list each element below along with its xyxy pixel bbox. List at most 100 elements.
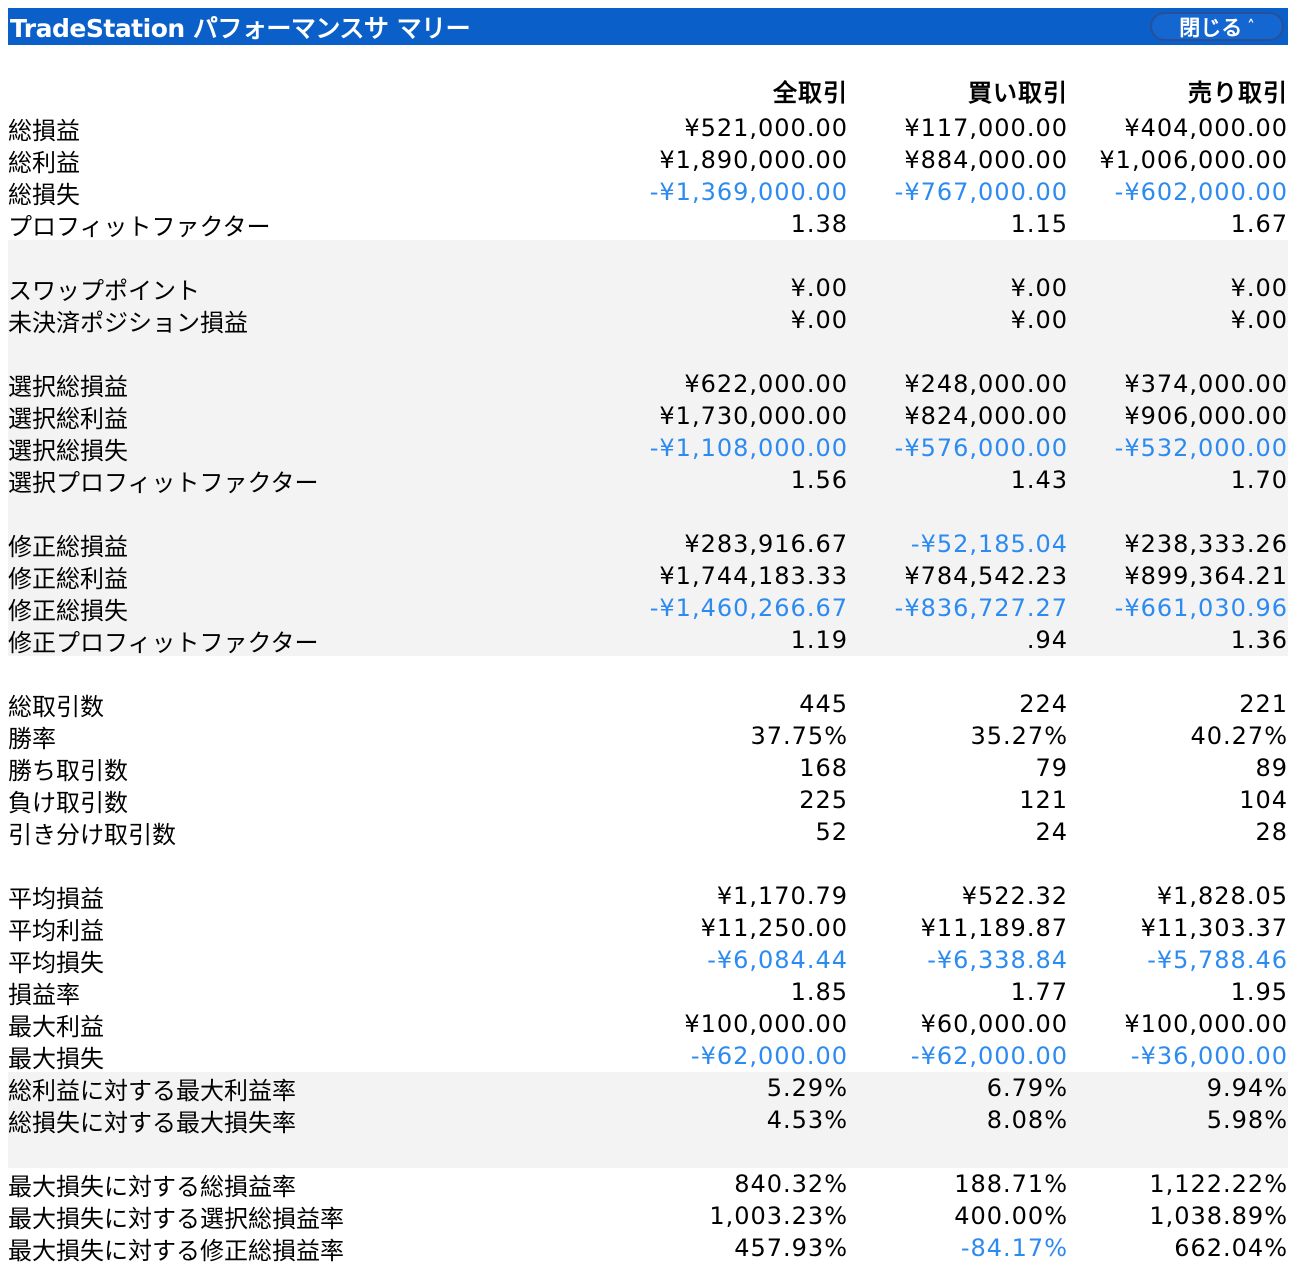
value-all: ¥1,890,000.00 [659, 146, 848, 174]
row-label: 未決済ポジション損益 [8, 308, 248, 337]
table-row: スワップポイント ¥.00 ¥.00 ¥.00 [8, 272, 1288, 305]
value-short: 9.94% [1206, 1074, 1288, 1102]
value-all: ¥11,250.00 [700, 914, 848, 942]
value-long: 224 [1019, 690, 1068, 718]
value-short: 89 [1255, 754, 1288, 782]
close-button[interactable]: 閉じる ˄ [1150, 12, 1284, 41]
value-short: -¥36,000.00 [1130, 1042, 1288, 1070]
value-short: ¥11,303.37 [1140, 914, 1288, 942]
column-header-long: 買い取引 [968, 79, 1068, 107]
table-row: 未決済ポジション損益 ¥.00 ¥.00 ¥.00 [8, 304, 1288, 337]
value-all: ¥1,744,183.33 [659, 562, 848, 590]
table-row: 総損失 -¥1,369,000.00 -¥767,000.00 -¥602,000.0… [8, 176, 1288, 209]
title-bar: TradeStation パフォーマンスサ マリー 閉じる ˄ [8, 8, 1288, 45]
table-row: 総損失に対する最大損失率 4.53% 8.08% 5.98% [8, 1104, 1288, 1137]
value-all: 1.85 [790, 978, 848, 1006]
value-short: 104 [1239, 786, 1288, 814]
row-label: 最大損失 [8, 1044, 104, 1073]
row-label: スワップポイント [8, 276, 200, 305]
table-row: 最大損失に対する選択総損益率 1,003.23% 400.00% 1,038.89% [8, 1200, 1288, 1233]
table-row: 総利益に対する最大利益率 5.29% 6.79% 9.94% [8, 1072, 1288, 1105]
value-short: 1.70 [1230, 466, 1288, 494]
table-row: 損益率 1.85 1.77 1.95 [8, 976, 1288, 1009]
table-row: 最大利益 ¥100,000.00 ¥60,000.00 ¥100,000.00 [8, 1008, 1288, 1041]
value-long: 400.00% [954, 1202, 1068, 1230]
table-row: 選択プロフィットファクター 1.56 1.43 1.70 [8, 464, 1288, 497]
value-long: -¥767,000.00 [894, 178, 1068, 206]
table-row: 総取引数 445 224 221 [8, 688, 1288, 721]
row-label: 平均損失 [8, 948, 104, 977]
row-label: 選択総損失 [8, 436, 128, 465]
row-label: 選択プロフィットファクター [8, 468, 319, 497]
row-label: 修正総損益 [8, 532, 128, 561]
value-short: ¥404,000.00 [1124, 114, 1288, 142]
column-header-row: 全取引 買い取引 売り取引 [8, 70, 1288, 112]
value-short: -¥5,788.46 [1147, 946, 1288, 974]
value-short: 221 [1239, 690, 1288, 718]
value-all: 52 [815, 818, 848, 846]
value-long: ¥522.32 [961, 882, 1068, 910]
row-label: 修正プロフィットファクター [8, 628, 319, 657]
value-long: 1.15 [1010, 210, 1068, 238]
table-row: 選択総利益 ¥1,730,000.00 ¥824,000.00 ¥906,000.00 [8, 400, 1288, 433]
value-all: 168 [799, 754, 848, 782]
row-label: 総利益に対する最大利益率 [8, 1076, 296, 1105]
table-row: 最大損失に対する修正総損益率 457.93% -84.17% 662.04% [8, 1232, 1288, 1265]
row-label: 修正総利益 [8, 564, 128, 593]
spacer-row [8, 1136, 1288, 1168]
row-label: 選択総損益 [8, 372, 128, 401]
table-row: プロフィットファクター 1.38 1.15 1.67 [8, 208, 1288, 241]
table-row: 選択総損失 -¥1,108,000.00 -¥576,000.00 -¥532,000… [8, 432, 1288, 465]
value-long: 1.43 [1010, 466, 1068, 494]
value-long: 1.77 [1010, 978, 1068, 1006]
value-all: 225 [799, 786, 848, 814]
value-short: ¥.00 [1230, 306, 1288, 334]
spacer-row [8, 336, 1288, 368]
row-label: 総損益 [8, 116, 80, 145]
value-long: 79 [1035, 754, 1068, 782]
value-all: 5.29% [766, 1074, 848, 1102]
row-label: 総利益 [8, 148, 80, 177]
table-row: 修正総損失 -¥1,460,266.67 -¥836,727.27 -¥661,030… [8, 592, 1288, 625]
value-all: -¥1,369,000.00 [649, 178, 848, 206]
column-header-all: 全取引 [773, 79, 848, 107]
value-short: 1,038.89% [1149, 1202, 1288, 1230]
table-row: 平均損失 -¥6,084.44 -¥6,338.84 -¥5,788.46 [8, 944, 1288, 977]
value-all: -¥1,108,000.00 [649, 434, 848, 462]
row-label: 負け取引数 [8, 788, 128, 817]
table-row: 総利益 ¥1,890,000.00 ¥884,000.00 ¥1,006,000.00 [8, 144, 1288, 177]
table-row: 平均損益 ¥1,170.79 ¥522.32 ¥1,828.05 [8, 880, 1288, 913]
value-short: ¥906,000.00 [1124, 402, 1288, 430]
row-label: 最大利益 [8, 1012, 104, 1041]
value-short: 1.36 [1230, 626, 1288, 654]
value-short: -¥602,000.00 [1114, 178, 1288, 206]
value-short: 28 [1255, 818, 1288, 846]
value-short: -¥532,000.00 [1114, 434, 1288, 462]
row-label: 修正総損失 [8, 596, 128, 625]
value-all: 4.53% [766, 1106, 848, 1134]
spacer-row [8, 496, 1288, 528]
table-row: 勝率 37.75% 35.27% 40.27% [8, 720, 1288, 753]
table-row: 選択総損益 ¥622,000.00 ¥248,000.00 ¥374,000.00 [8, 368, 1288, 401]
row-label: 選択総利益 [8, 404, 128, 433]
spacer-row [8, 848, 1288, 880]
value-short: 1.67 [1230, 210, 1288, 238]
value-long: 6.79% [986, 1074, 1068, 1102]
value-long: -¥836,727.27 [894, 594, 1068, 622]
value-all: -¥1,460,266.67 [649, 594, 848, 622]
value-long: .94 [1026, 626, 1068, 654]
value-all: ¥622,000.00 [684, 370, 848, 398]
row-label: 総損失に対する最大損失率 [8, 1108, 296, 1137]
row-label: 引き分け取引数 [8, 820, 176, 849]
row-label: プロフィットファクター [8, 212, 271, 241]
value-all: 1.56 [790, 466, 848, 494]
value-long: ¥884,000.00 [904, 146, 1068, 174]
window-title: TradeStation パフォーマンスサ マリー [10, 13, 471, 43]
value-short: ¥100,000.00 [1124, 1010, 1288, 1038]
value-all: 1,003.23% [709, 1202, 848, 1230]
value-short: ¥1,006,000.00 [1099, 146, 1288, 174]
value-long: ¥117,000.00 [904, 114, 1068, 142]
value-all: 457.93% [734, 1234, 848, 1262]
value-short: ¥374,000.00 [1124, 370, 1288, 398]
row-label: 勝ち取引数 [8, 756, 128, 785]
